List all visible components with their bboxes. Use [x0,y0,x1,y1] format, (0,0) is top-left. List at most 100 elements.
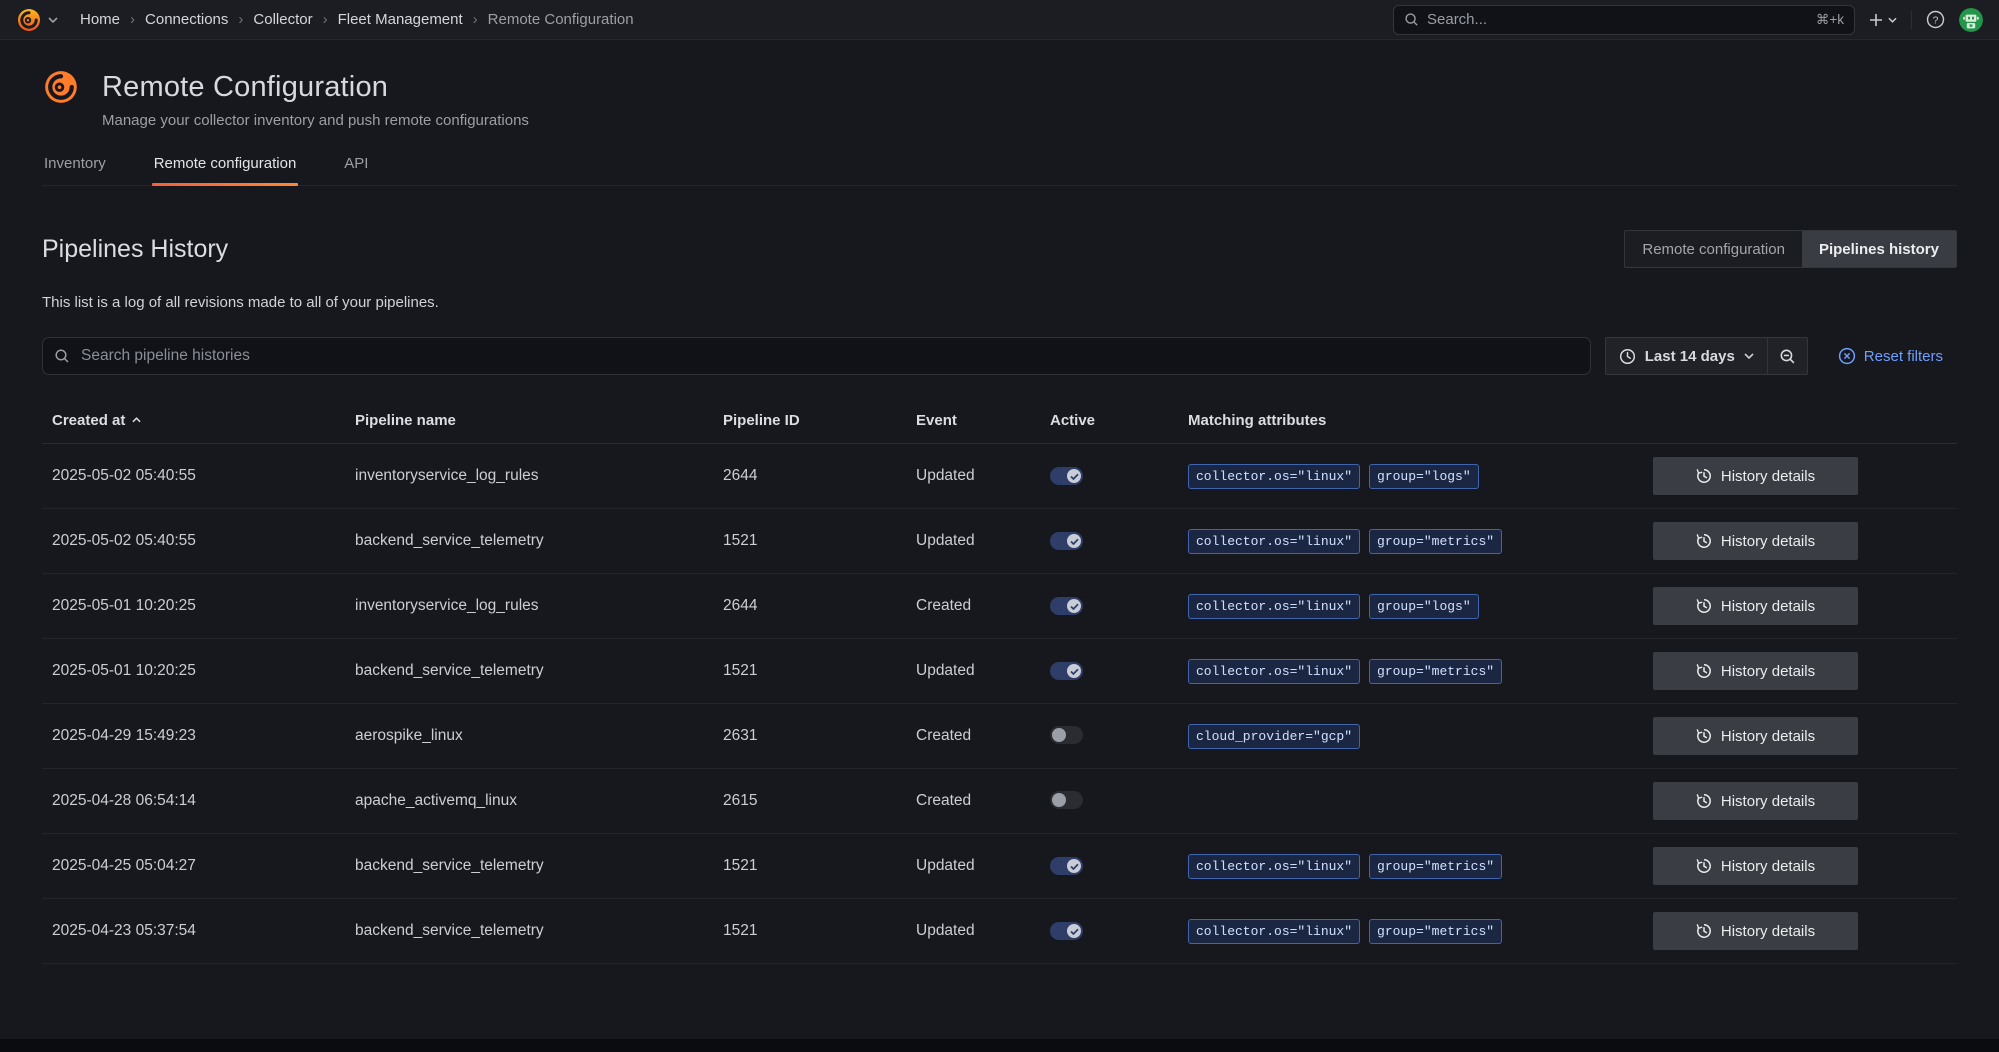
col-header-pipeline-name: Pipeline name [355,412,723,429]
active-toggle[interactable] [1050,532,1083,550]
breadcrumb-separator: › [238,11,243,28]
matching-attributes-cell: cloud_provider="gcp" [1188,724,1653,749]
check-icon [1070,603,1079,610]
history-details-label: History details [1721,533,1815,550]
created-at-cell: 2025-05-02 05:40:55 [52,532,355,550]
org-switcher[interactable] [16,7,58,33]
created-at-cell: 2025-04-25 05:04:27 [52,857,355,875]
history-icon [1696,793,1712,809]
toggle-knob [1067,534,1081,548]
check-icon [1070,473,1079,480]
history-details-button[interactable]: History details [1653,912,1858,950]
history-details-button[interactable]: History details [1653,782,1858,820]
breadcrumb-separator: › [130,11,135,28]
table-row: 2025-05-02 05:40:55 backend_service_tele… [42,508,1957,573]
attribute-badge: collector.os="linux" [1188,464,1360,489]
history-icon [1696,663,1712,679]
event-cell: Updated [916,467,1050,485]
page-header: Remote Configuration [42,68,1957,106]
history-details-button[interactable]: History details [1653,587,1858,625]
section-description: This list is a log of all revisions made… [42,294,1957,311]
pipeline-id-cell: 1521 [723,662,916,680]
active-toggle[interactable] [1050,467,1083,485]
active-toggle[interactable] [1050,597,1083,615]
event-cell: Created [916,792,1050,810]
history-details-label: History details [1721,663,1815,680]
time-range-picker: Last 14 days [1605,337,1808,375]
tab-api[interactable]: API [342,155,370,185]
history-details-label: History details [1721,923,1815,940]
attribute-badge: collector.os="linux" [1188,854,1360,879]
tab-inventory[interactable]: Inventory [42,155,108,185]
global-search-input[interactable] [1427,11,1808,28]
history-details-button[interactable]: History details [1653,717,1858,755]
reset-filters-label: Reset filters [1864,348,1943,365]
active-cell [1050,532,1188,551]
matching-attributes-cell: collector.os="linux"group="logs" [1188,594,1653,619]
active-toggle[interactable] [1050,791,1083,809]
breadcrumb-remote-configuration: Remote Configuration [488,11,634,28]
col-header-event: Event [916,412,1050,429]
top-navigation-bar: Home › Connections › Collector › Fleet M… [0,0,1999,40]
view-option-remote-configuration[interactable]: Remote configuration [1625,231,1802,267]
active-toggle[interactable] [1050,922,1083,940]
zoom-out-time-range-button[interactable] [1767,338,1807,374]
reset-filters-button[interactable]: Reset filters [1838,347,1943,365]
table-row: 2025-04-25 05:04:27 backend_service_tele… [42,833,1957,898]
help-button[interactable]: ? [1926,10,1945,29]
history-details-button[interactable]: History details [1653,847,1858,885]
history-details-button[interactable]: History details [1653,522,1858,560]
breadcrumb-connections[interactable]: Connections [145,11,228,28]
table-row: 2025-04-28 06:54:14 apache_activemq_linu… [42,768,1957,833]
pipeline-id-cell: 2631 [723,727,916,745]
global-search-box[interactable]: ⌘+k [1393,5,1855,35]
view-option-pipelines-history[interactable]: Pipelines history [1802,231,1956,267]
tab-bar: Inventory Remote configuration API [42,155,1957,186]
history-details-button[interactable]: History details [1653,652,1858,690]
toggle-knob [1067,859,1081,873]
breadcrumb-fleet-management[interactable]: Fleet Management [338,11,463,28]
new-button[interactable] [1869,13,1897,27]
matching-attributes-cell: collector.os="linux"group="metrics" [1188,529,1653,554]
created-at-cell: 2025-04-28 06:54:14 [52,792,355,810]
chevron-down-icon [1888,17,1897,23]
history-details-button[interactable]: History details [1653,457,1858,495]
time-range-button[interactable]: Last 14 days [1606,338,1767,374]
toggle-knob [1052,793,1066,807]
pipeline-name-cell: inventoryservice_log_rules [355,467,723,485]
pipeline-id-cell: 2644 [723,467,916,485]
active-toggle[interactable] [1050,662,1083,680]
col-header-created-at[interactable]: Created at [52,412,355,429]
breadcrumb-collector[interactable]: Collector [253,11,312,28]
user-avatar[interactable] [1959,8,1983,32]
sort-ascending-icon [132,417,141,423]
active-cell [1050,597,1188,616]
history-icon [1696,923,1712,939]
check-icon [1070,538,1079,545]
active-cell [1050,467,1188,486]
col-header-label: Created at [52,412,125,429]
check-icon [1070,928,1079,935]
table-row: 2025-04-29 15:49:23 aerospike_linux 2631… [42,703,1957,768]
topbar-divider [1911,11,1912,29]
check-icon [1070,863,1079,870]
breadcrumb: Home › Connections › Collector › Fleet M… [80,11,634,28]
svg-text:?: ? [1933,15,1939,26]
created-at-cell: 2025-05-01 10:20:25 [52,662,355,680]
history-icon [1696,728,1712,744]
breadcrumb-home[interactable]: Home [80,11,120,28]
pipeline-name-cell: backend_service_telemetry [355,922,723,940]
pipeline-id-cell: 1521 [723,922,916,940]
page-subtitle: Manage your collector inventory and push… [102,112,1957,129]
active-toggle[interactable] [1050,857,1083,875]
attribute-badge: collector.os="linux" [1188,659,1360,684]
active-toggle[interactable] [1050,726,1083,744]
pipeline-history-search-input[interactable] [42,337,1591,375]
table-row: 2025-04-23 05:37:54 backend_service_tele… [42,898,1957,963]
toggle-knob [1067,924,1081,938]
history-details-label: History details [1721,728,1815,745]
tab-remote-configuration[interactable]: Remote configuration [152,155,299,185]
col-header-matching-attributes: Matching attributes [1188,412,1653,429]
created-at-cell: 2025-04-29 15:49:23 [52,727,355,745]
pipeline-name-cell: apache_activemq_linux [355,792,723,810]
